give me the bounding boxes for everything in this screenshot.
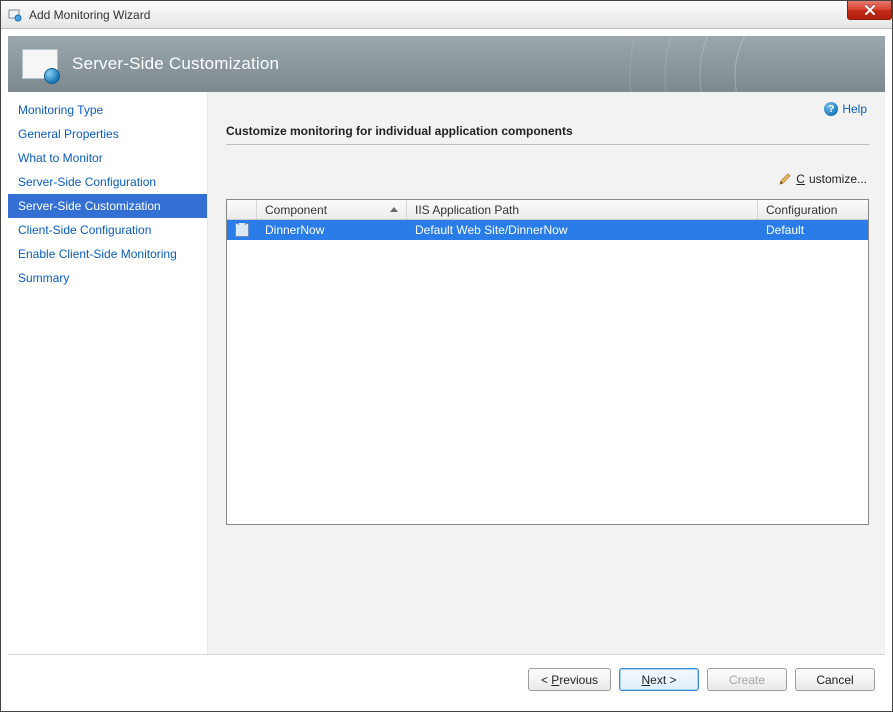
table-header: Component IIS Application Path Configura…: [227, 200, 868, 220]
step-server-side-configuration[interactable]: Server-Side Configuration: [8, 170, 207, 194]
previous-button[interactable]: < Previous: [528, 668, 611, 691]
step-monitoring-type[interactable]: Monitoring Type: [8, 98, 207, 122]
wizard-footer: < Previous Next > Create Cancel: [8, 654, 885, 704]
row-icon-cell: [227, 223, 257, 237]
col-header-iis-path-label: IIS Application Path: [415, 203, 519, 217]
row-iis-path-cell: Default Web Site/DinnerNow: [407, 223, 758, 237]
content-area: Monitoring Type General Properties What …: [8, 92, 885, 654]
col-header-configuration-label: Configuration: [766, 203, 837, 217]
help-label: Help: [842, 102, 867, 116]
help-link[interactable]: ? Help: [824, 102, 867, 116]
col-header-component[interactable]: Component: [257, 200, 407, 219]
app-icon: [7, 7, 23, 23]
step-summary[interactable]: Summary: [8, 266, 207, 290]
customize-button[interactable]: CCustomize...ustomize...: [778, 172, 867, 186]
wizard-steps-sidebar: Monitoring Type General Properties What …: [8, 92, 208, 654]
components-table: Component IIS Application Path Configura…: [226, 199, 869, 525]
create-button: Create: [707, 668, 787, 691]
window-title: Add Monitoring Wizard: [29, 8, 150, 22]
close-button[interactable]: [847, 1, 892, 20]
section-heading: Customize monitoring for individual appl…: [226, 124, 869, 145]
step-server-side-customization[interactable]: Server-Side Customization: [8, 194, 207, 218]
banner-decoration: [545, 36, 885, 92]
next-button[interactable]: Next >: [619, 668, 699, 691]
col-header-icon[interactable]: [227, 200, 257, 219]
col-header-component-label: Component: [265, 203, 327, 217]
col-header-configuration[interactable]: Configuration: [758, 200, 868, 219]
row-configuration-cell: Default: [758, 223, 868, 237]
web-app-icon: [235, 223, 249, 237]
main-panel: ? Help Customize monitoring for individu…: [208, 92, 885, 654]
wizard-window: Add Monitoring Wizard Server-Side Custom…: [0, 0, 893, 712]
step-client-side-configuration[interactable]: Client-Side Configuration: [8, 218, 207, 242]
step-what-to-monitor[interactable]: What to Monitor: [8, 146, 207, 170]
row-component-cell: DinnerNow: [257, 223, 407, 237]
titlebar: Add Monitoring Wizard: [1, 1, 892, 29]
customize-label-first: C: [796, 172, 805, 186]
banner-icon: [22, 49, 58, 79]
cancel-button[interactable]: Cancel: [795, 668, 875, 691]
help-icon: ?: [824, 102, 838, 116]
pencil-icon: [778, 172, 792, 186]
banner: Server-Side Customization: [8, 36, 885, 92]
banner-title: Server-Side Customization: [72, 54, 279, 74]
col-header-iis-path[interactable]: IIS Application Path: [407, 200, 758, 219]
table-row[interactable]: DinnerNow Default Web Site/DinnerNow Def…: [227, 220, 868, 240]
step-general-properties[interactable]: General Properties: [8, 122, 207, 146]
sort-ascending-icon: [390, 207, 398, 212]
customize-label-rest: ustomize...: [809, 172, 867, 186]
step-enable-client-side-monitoring[interactable]: Enable Client-Side Monitoring: [8, 242, 207, 266]
